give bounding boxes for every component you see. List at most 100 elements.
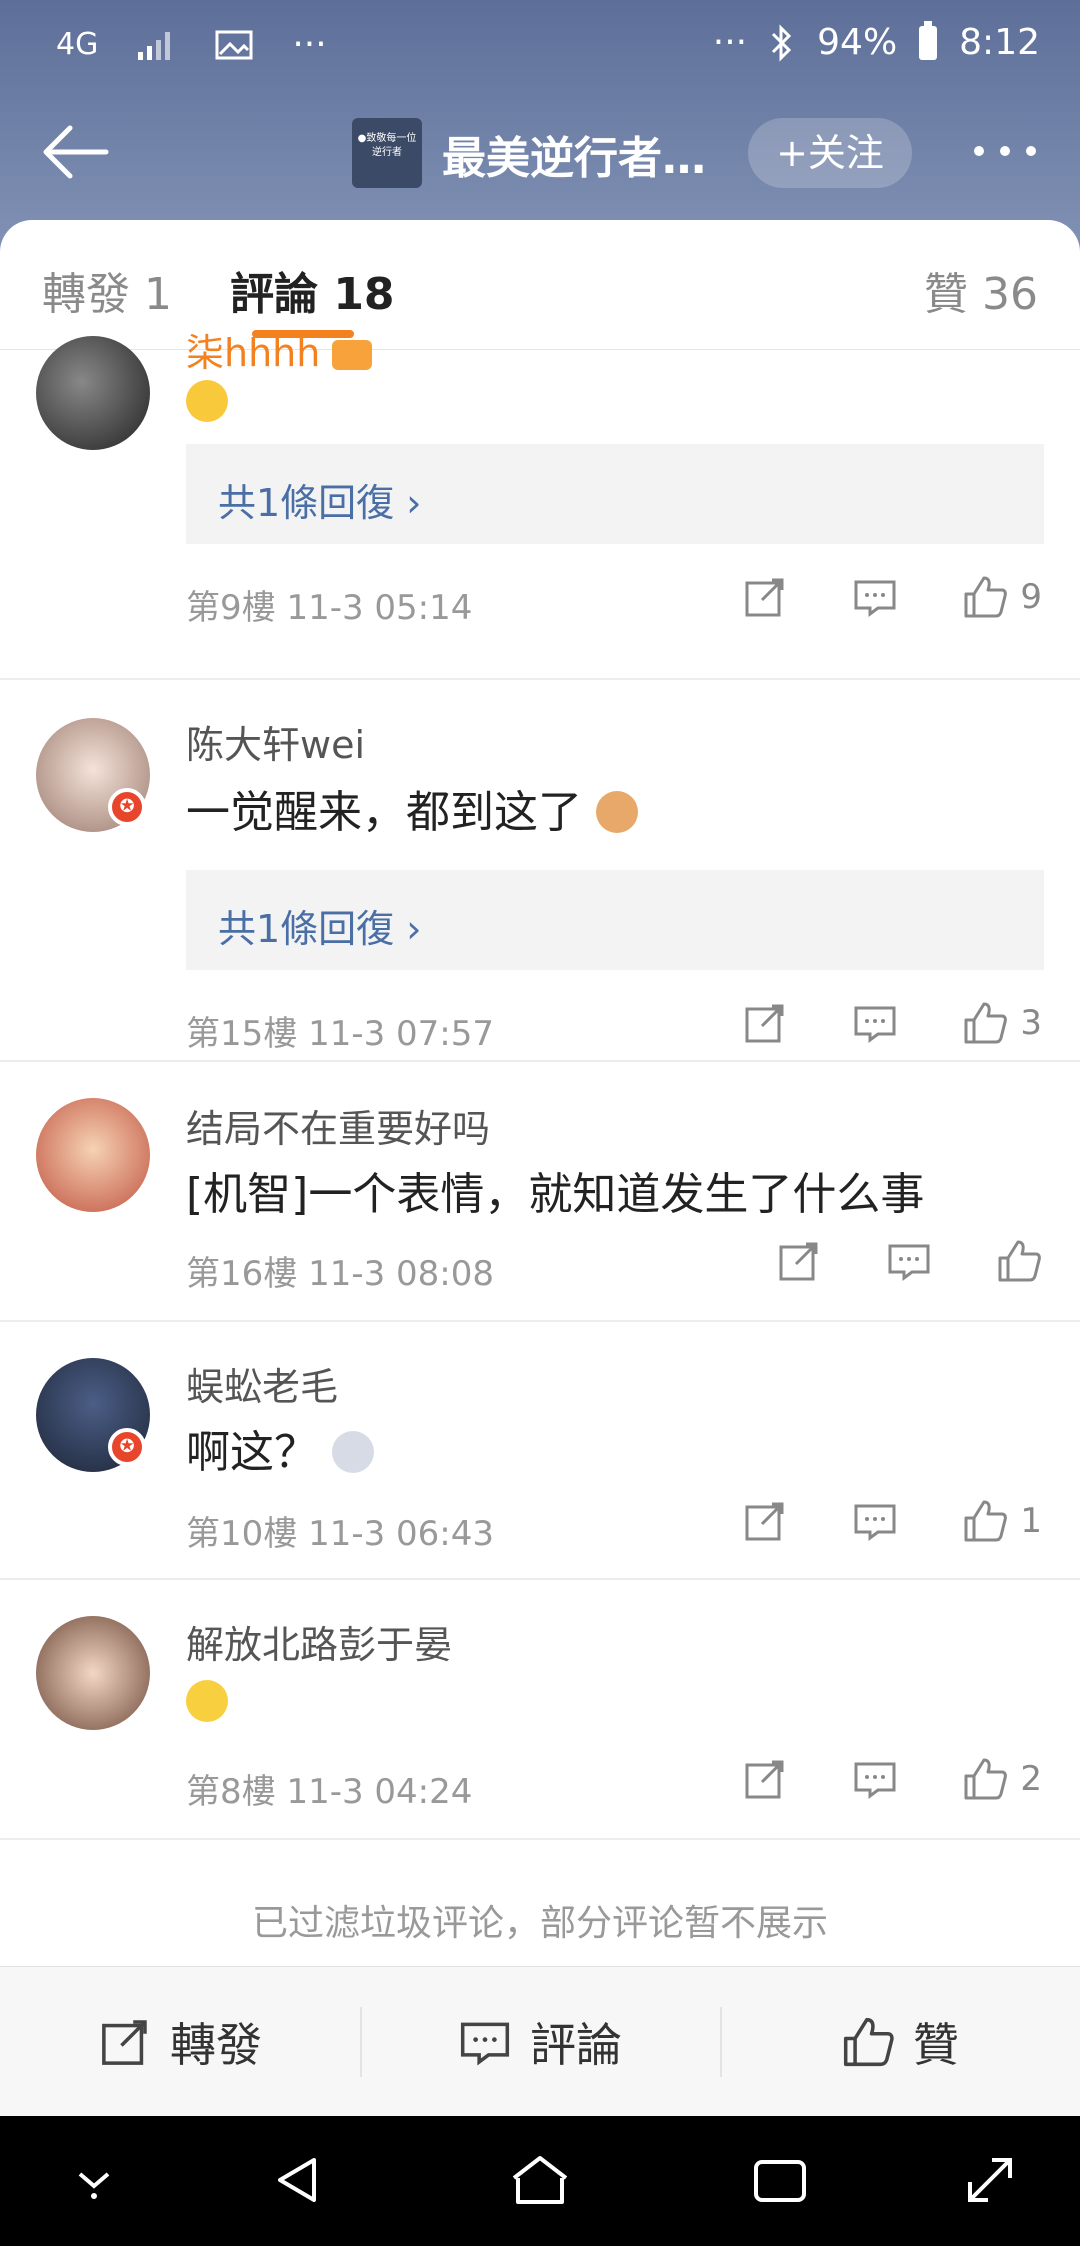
- reply-action[interactable]: [852, 1000, 898, 1046]
- comment-actions: [776, 1238, 1042, 1284]
- repost-action[interactable]: [742, 574, 788, 620]
- battery-icon: [919, 20, 938, 60]
- comment-meta: 第8樓 11-3 04:24: [186, 1772, 473, 1812]
- comment-username[interactable]: 柒hhhh: [186, 322, 373, 377]
- comment-item: 柒hhhh 共1條回復 › 第9樓 11-3 05:14 9: [0, 320, 1080, 680]
- thumbs-up-icon: [964, 1758, 1008, 1800]
- share-icon: [779, 1242, 818, 1281]
- status-dots-icon: ···: [712, 22, 748, 63]
- like-count: 9: [1020, 577, 1042, 617]
- avatar[interactable]: [36, 1616, 150, 1730]
- comment-icon: [854, 1006, 896, 1043]
- back-triangle-icon[interactable]: [270, 2152, 326, 2208]
- comment-username[interactable]: 陈大轩wei: [186, 714, 365, 769]
- system-nav-bar: [0, 2116, 1080, 2246]
- reply-summary[interactable]: 共1條回復 ›: [186, 870, 1044, 970]
- reply-summary[interactable]: 共1條回復 ›: [186, 444, 1044, 544]
- thinking-emoji-icon: [186, 1680, 228, 1722]
- reply-action[interactable]: [886, 1238, 932, 1284]
- like-action[interactable]: 9: [962, 574, 1042, 620]
- like-count: 1: [1020, 1501, 1042, 1541]
- comment-icon: [460, 2022, 510, 2065]
- repost-action[interactable]: [742, 1498, 788, 1544]
- laughing-emoji-icon: [186, 380, 228, 422]
- bluetooth-icon: [772, 23, 792, 62]
- reply-count-link[interactable]: 共1條回復 ›: [218, 472, 421, 527]
- more-menu-icon[interactable]: [974, 146, 1036, 156]
- comment-actions: 3: [742, 1000, 1042, 1046]
- comment-actions: 9: [742, 574, 1042, 620]
- comment-icon: [854, 580, 896, 617]
- nav-bar: ●致敬每一位逆行者 最美逆行者… +关注: [0, 100, 1080, 210]
- thumbs-up-icon: [964, 1500, 1008, 1542]
- page-title: 最美逆行者…: [442, 133, 706, 184]
- like-label: 贊: [913, 2017, 959, 2072]
- like-count: 2: [1020, 1759, 1042, 1799]
- comment-item: ✪ 蜈蚣老毛 啊这？ 第10樓 11-3 06:43 1: [0, 1322, 1080, 1580]
- share-icon: [745, 1760, 784, 1799]
- repost-action[interactable]: [776, 1238, 822, 1284]
- avatar[interactable]: [36, 1098, 150, 1212]
- reply-action[interactable]: [852, 574, 898, 620]
- comment-button[interactable]: 評論: [360, 1967, 720, 2116]
- repost-button[interactable]: 轉發: [0, 1967, 360, 2116]
- like-action[interactable]: 3: [962, 1000, 1042, 1046]
- repost-label: 轉發: [170, 2017, 262, 2072]
- comment-meta: 第16樓 11-3 08:08: [186, 1254, 495, 1294]
- repost-action[interactable]: [742, 1000, 788, 1046]
- signal-icon: [138, 31, 171, 60]
- reply-count-link[interactable]: 共1條回復 ›: [218, 898, 421, 953]
- like-action[interactable]: [996, 1238, 1042, 1284]
- comment-username[interactable]: 蜈蚣老毛: [186, 1356, 338, 1411]
- vip-crown-icon: [332, 340, 373, 370]
- verified-badge-icon: ✪: [108, 1428, 146, 1466]
- repost-action[interactable]: [742, 1756, 788, 1802]
- more-notifications-icon: ···: [292, 24, 327, 65]
- comment-icon: [854, 1762, 896, 1799]
- follow-button[interactable]: +关注: [748, 118, 912, 188]
- filter-notice: 已过滤垃圾评论，部分评论暂不展示: [251, 1903, 828, 1944]
- comment-text: 啊这？: [186, 1427, 318, 1478]
- like-action[interactable]: 1: [962, 1498, 1042, 1544]
- share-icon: [745, 1004, 784, 1043]
- comment-item: ✪ 陈大轩wei 一觉醒来，都到这了 共1條回復 › 第15樓 11-3 07:…: [0, 680, 1080, 1062]
- comment-username[interactable]: 解放北路彭于晏: [186, 1614, 452, 1669]
- expand-icon[interactable]: [962, 2152, 1018, 2208]
- comment-meta: 第9樓 11-3 05:14: [186, 588, 473, 628]
- comment-item: 结局不在重要好吗 [机智]一个表情，就知道发生了什么事 第16樓 11-3 08…: [0, 1062, 1080, 1322]
- tab-comments[interactable]: 評論 18: [230, 258, 395, 322]
- chevron-down-icon[interactable]: [66, 2152, 122, 2208]
- comment-text: 一觉醒来，都到这了: [186, 787, 582, 838]
- thumbs-up-icon: [998, 1240, 1041, 1282]
- tab-likes[interactable]: 贊 36: [924, 258, 1038, 322]
- comment-icon: [854, 1504, 896, 1541]
- page-thumbnail[interactable]: ●致敬每一位逆行者: [352, 118, 422, 188]
- like-count: 3: [1020, 1003, 1042, 1043]
- like-action[interactable]: 2: [962, 1756, 1042, 1802]
- avatar[interactable]: [36, 336, 150, 450]
- cat-emoji-icon: [596, 791, 638, 833]
- share-icon: [745, 578, 784, 617]
- home-icon[interactable]: [508, 2152, 572, 2208]
- tab-repost[interactable]: 轉發 1: [42, 258, 172, 322]
- image-icon: [215, 30, 253, 59]
- thumbs-up-icon: [964, 576, 1008, 618]
- comment-item: 解放北路彭于晏 第8樓 11-3 04:24 2: [0, 1580, 1080, 1840]
- battery-percent: 94%: [817, 22, 898, 63]
- reply-action[interactable]: [852, 1756, 898, 1802]
- share-icon: [745, 1502, 784, 1541]
- comment-username[interactable]: 结局不在重要好吗: [186, 1098, 490, 1153]
- comments-sheet: 轉發 1 評論 18 贊 36 柒hhhh 共1條回復 › 第9樓 11-3 0…: [0, 220, 1080, 2120]
- like-button[interactable]: 贊: [720, 1967, 1080, 2116]
- recent-apps-icon[interactable]: [750, 2152, 810, 2208]
- bottom-toolbar: 轉發 評論 贊: [0, 1966, 1080, 2116]
- reply-action[interactable]: [852, 1498, 898, 1544]
- comment-content: [186, 1676, 228, 1727]
- comment-actions: 1: [742, 1498, 1042, 1544]
- comment-content: [机智]一个表情，就知道发生了什么事: [186, 1169, 925, 1220]
- comment-content: 啊这？: [186, 1416, 374, 1480]
- username-text: 柒hhhh: [186, 331, 321, 375]
- clock: 8:12: [959, 22, 1040, 63]
- network-label: 4G: [56, 27, 99, 62]
- back-arrow-icon[interactable]: [40, 122, 110, 182]
